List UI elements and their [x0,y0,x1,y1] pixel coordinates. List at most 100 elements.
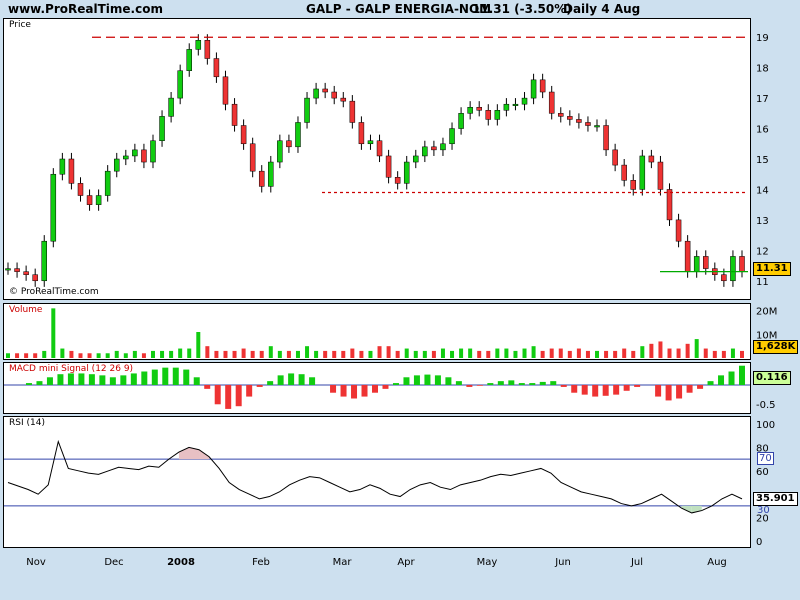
price-tick-label: 18 [756,64,769,75]
volume-bar [404,348,409,358]
macd-bar [529,383,536,385]
macd-bar [36,381,43,385]
macd-bar [455,381,462,385]
candle-body [530,79,537,99]
volume-bar [96,353,101,358]
macd-bar [277,375,284,385]
price-tick-label: 13 [756,216,769,227]
x-tick-label: 2008 [167,557,195,568]
volume-bar [730,348,735,358]
candle-body [503,103,510,111]
rsi-overbought-fill [178,447,189,460]
volume-bar [477,350,482,358]
candle-body [195,40,202,50]
candle-body [213,58,220,78]
volume-bar [531,346,536,358]
volume-bar [341,350,346,358]
candle-body [449,128,455,145]
macd-bar [571,385,578,393]
volume-bar [350,348,355,358]
x-tick-label: May [477,557,498,568]
volume-bar [332,350,337,358]
macd-bar [728,371,735,385]
volume-bar [295,350,300,358]
macd-bar [256,385,263,387]
rsi-level-30: 30 [757,505,770,516]
candle-body [730,256,736,282]
volume-bar [450,350,455,358]
volume-bar [51,308,56,358]
volume-bar [87,353,92,358]
macd-bar [361,385,368,397]
volume-bar [141,353,146,358]
volume-bar [386,346,391,358]
volume-bar [422,350,427,358]
rsi-last-tag: 35.901 [753,492,798,506]
candle-body [95,195,102,205]
candle-body [521,97,528,105]
macd-bar [330,385,337,393]
macd-bar [309,377,316,385]
volume-bar [459,348,464,358]
volume-bar [549,348,554,358]
macd-bar [382,385,389,389]
volume-bar [540,350,545,358]
macd-bar [267,381,274,385]
macd-bar [25,383,32,385]
candle-body [603,125,609,151]
volume-bar [178,348,183,358]
volume-bar [694,339,699,358]
candle-body [141,149,147,163]
volume-bar [78,353,83,358]
macd-bar [204,385,211,389]
macd-bar [214,385,221,405]
candle-body [512,103,519,106]
macd-bar [78,373,85,385]
candle-body [249,143,256,172]
candle-body [675,219,682,242]
volume-bar [323,350,328,358]
macd-bar [235,385,242,407]
volume-bar [486,350,491,358]
x-tick-label: Jun [554,557,571,568]
macd-bar [581,385,588,395]
macd-bar [288,373,295,385]
macd-bar [120,375,127,385]
candle-body [458,113,464,129]
candle-body [322,88,328,93]
volume-bar [522,348,527,358]
volume-bar [431,350,436,358]
macd-last-tag: 0.116 [753,371,791,385]
candle-body [657,161,664,190]
macd-bar [434,375,441,385]
volume-bar [413,350,418,358]
rsi-line [7,439,743,514]
volume-bar [604,350,609,358]
price-last-tag: 11.31 [753,262,791,276]
macd-bar [246,385,253,397]
volume-bar [359,350,364,358]
macd-bar [298,374,305,385]
price-tick-label: 16 [756,125,769,136]
candle-body [684,240,691,272]
macd-bar [67,373,74,385]
candle-body [104,170,111,196]
candle-body [331,91,337,99]
macd-bar [372,385,378,393]
volume-bar [132,350,137,358]
candle-body [14,268,20,272]
volume-bar [721,350,726,358]
candle-body [585,122,591,126]
candle-body [23,271,29,275]
candle-body [739,256,745,272]
volume-bar [241,348,246,358]
volume-bar [286,350,291,358]
macd-bar [413,375,420,385]
volume-bar [69,350,74,358]
volume-bar [250,350,255,358]
macd-bar [592,385,599,397]
volume-bar [712,350,717,358]
candle-body [41,240,47,282]
x-tick-label: Dec [104,557,123,568]
macd-bar [183,369,190,385]
